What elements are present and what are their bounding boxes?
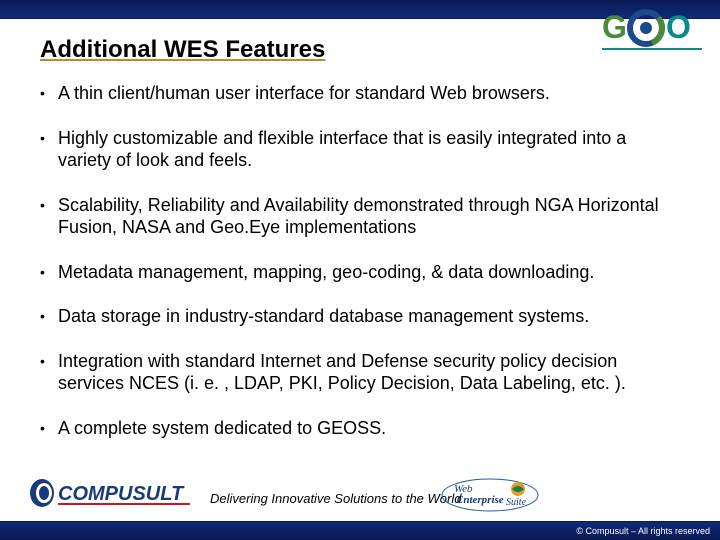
list-item: •A thin client/human user interface for … [40,82,680,105]
bullet-icon: • [40,305,58,327]
slide-body: Additional WES Features •A thin client/h… [40,28,680,512]
bullet-text: A complete system dedicated to GEOSS. [58,417,680,440]
bullet-icon: • [40,417,58,439]
bullet-icon: • [40,350,58,372]
list-item: •Integration with standard Internet and … [40,350,680,395]
bullet-text: Integration with standard Internet and D… [58,350,680,395]
tagline: Delivering Innovative Solutions to the W… [210,491,461,506]
bullet-icon: • [40,127,58,149]
list-item: •Data storage in industry-standard datab… [40,305,680,328]
svg-text:Suite: Suite [506,497,527,508]
wes-logo: Web Enterprise Suite [440,477,540,518]
svg-text:Enterprise: Enterprise [455,494,504,506]
list-item: •A complete system dedicated to GEOSS. [40,417,680,440]
bullet-icon: • [40,194,58,216]
bullet-list: •A thin client/human user interface for … [40,82,680,439]
bullet-icon: • [40,261,58,283]
list-item: •Scalability, Reliability and Availabili… [40,194,680,239]
bullet-text: Highly customizable and flexible interfa… [58,127,680,172]
list-item: •Highly customizable and flexible interf… [40,127,680,172]
bullet-text: Metadata management, mapping, geo-coding… [58,261,680,284]
list-item: •Metadata management, mapping, geo-codin… [40,261,680,284]
bullet-text: A thin client/human user interface for s… [58,82,680,105]
bullet-text: Scalability, Reliability and Availabilit… [58,194,680,239]
compusult-logo: COMPUSULT [30,477,200,514]
slide-title: Additional WES Features [40,36,680,64]
bullet-icon: • [40,82,58,104]
compusult-text: COMPUSULT [58,483,185,505]
bottom-band: © Compusult – All rights reserved [0,521,720,540]
copyright: © Compusult – All rights reserved [576,526,710,536]
bullet-text: Data storage in industry-standard databa… [58,305,680,328]
